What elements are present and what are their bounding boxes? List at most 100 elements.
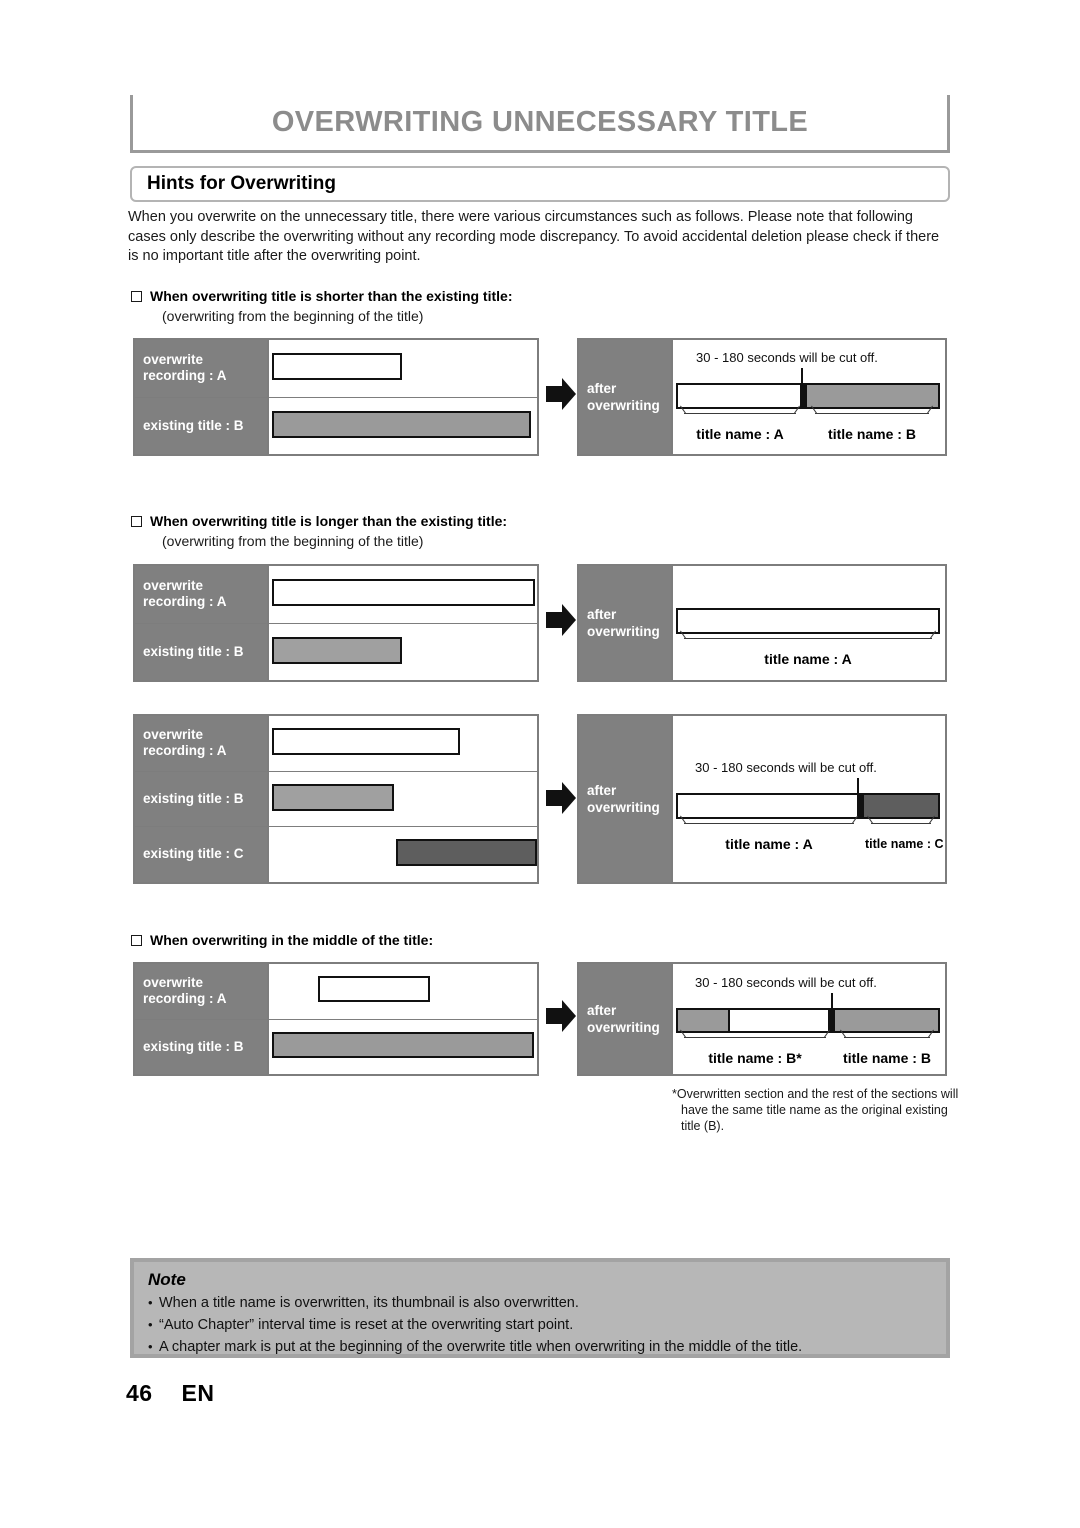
row-label-existing-title-b: existing title : B	[135, 397, 269, 454]
diagram-1-row-overwrite: overwrite recording : A	[135, 340, 537, 397]
title-name-b-label: title name : B	[843, 1050, 931, 1066]
section-1-heading-text: When overwriting title is shorter than t…	[150, 288, 513, 304]
row-label-existing-title-c: existing title : C	[135, 827, 269, 883]
result-seg-a	[678, 795, 857, 817]
row-label-after-overwriting: after overwriting	[579, 716, 673, 882]
result-seg-b	[807, 385, 938, 407]
title-name-b-star-label: title name : B*	[708, 1050, 802, 1066]
checkbox-icon	[131, 291, 142, 302]
cutoff-label: 30 - 180 seconds will be cut off.	[695, 760, 877, 775]
note-item-text: “Auto Chapter” interval time is reset at…	[159, 1317, 574, 1333]
language-code: EN	[181, 1380, 215, 1406]
brace-a	[684, 413, 796, 424]
note-item-text: When a title name is overwritten, its th…	[159, 1295, 579, 1311]
diagram-3-row-overwrite: overwrite recording : A	[135, 716, 537, 771]
diagram-1-after-body: 30 - 180 seconds will be cut off. title …	[673, 340, 945, 454]
bar-overwrite-a	[272, 728, 460, 755]
page-number: 46	[126, 1380, 153, 1406]
row-label-after-overwriting: after overwriting	[579, 566, 673, 680]
bullet-icon: •	[148, 1339, 153, 1354]
footnote-line-1: *Overwritten section and the rest of the…	[672, 1087, 959, 1101]
cutoff-tick	[857, 778, 859, 794]
diagram-3-after-body: 30 - 180 seconds will be cut off. title …	[673, 716, 945, 882]
brace-b	[815, 413, 929, 424]
diagram-4-row-overwrite: overwrite recording : A	[135, 964, 537, 1019]
checkbox-icon	[131, 516, 142, 527]
diagram-3-row-existing-b: existing title : B	[135, 770, 537, 827]
title-name-b-label: title name : B	[828, 426, 916, 442]
arrow-right-icon	[546, 782, 576, 814]
section-1-heading: When overwriting title is shorter than t…	[131, 288, 831, 304]
diagram-4-result-bar	[676, 1008, 940, 1033]
diagram-4-after-body: 30 - 180 seconds will be cut off. title …	[673, 964, 945, 1074]
footnote: *Overwritten section and the rest of the…	[672, 1086, 962, 1134]
bar-existing-b	[272, 410, 531, 438]
diagram-1-before-panel: overwrite recording : A existing title :…	[133, 338, 539, 456]
footnote-line-2: have the same title name as the original…	[681, 1103, 948, 1117]
bullet-icon: •	[148, 1295, 153, 1310]
diagram-1-track-b	[269, 397, 537, 454]
title-name-a-label: title name : A	[696, 426, 784, 442]
row-label-existing-title-b: existing title : B	[135, 771, 269, 827]
diagram-4-after-row: after overwriting 30 - 180 seconds will …	[579, 964, 945, 1074]
diagram-4-after-panel: after overwriting 30 - 180 seconds will …	[577, 962, 947, 1076]
brace-c	[871, 823, 931, 834]
diagram-1-result-bar	[676, 383, 940, 409]
diagram-2-row-overwrite: overwrite recording : A	[135, 566, 537, 623]
section-2-heading: When overwriting title is longer than th…	[131, 513, 831, 529]
diagram-1-after-row: after overwriting 30 - 180 seconds will …	[579, 340, 945, 454]
note-box: Note • When a title name is overwritten,…	[130, 1258, 950, 1358]
arrow-right-icon	[546, 604, 576, 636]
row-label-overwrite-recording-a: overwrite recording : A	[135, 566, 269, 623]
section-2-subnote: (overwriting from the beginning of the t…	[162, 533, 424, 549]
note-title: Note	[148, 1270, 186, 1289]
section-1-subnote: (overwriting from the beginning of the t…	[162, 308, 424, 324]
checkbox-icon	[131, 935, 142, 946]
title-name-a-label: title name : A	[764, 651, 852, 667]
page-title: OVERWRITING UNNECESSARY TITLE	[271, 106, 809, 138]
row-label-existing-title-b: existing title : B	[135, 1019, 269, 1074]
brace-a	[684, 638, 932, 649]
brace-a	[684, 823, 854, 834]
diagram-2-row-existing-b: existing title : B	[135, 622, 537, 680]
row-label-overwrite-recording-a: overwrite recording : A	[135, 716, 269, 771]
page-footer: 46 EN	[126, 1380, 214, 1407]
section-3-heading: When overwriting in the middle of the ti…	[131, 932, 831, 948]
section-title: Hints for Overwriting	[147, 173, 336, 194]
brace-b	[844, 1037, 930, 1048]
row-label-existing-title-b: existing title : B	[135, 623, 269, 680]
row-label-after-overwriting: after overwriting	[579, 964, 673, 1074]
diagram-4-track-b	[269, 1019, 537, 1074]
arrow-right-icon	[546, 378, 576, 410]
diagram-2-track-b	[269, 623, 537, 680]
result-seg-c	[864, 795, 938, 817]
bar-overwrite-a	[272, 579, 535, 606]
note-item: • “Auto Chapter” interval time is reset …	[148, 1314, 932, 1336]
section-3-heading-text: When overwriting in the middle of the ti…	[150, 932, 434, 948]
diagram-2-after-panel: after overwriting title name : A	[577, 564, 947, 682]
note-item-text: A chapter mark is put at the beginning o…	[159, 1339, 803, 1355]
diagram-4-before-panel: overwrite recording : A existing title :…	[133, 962, 539, 1076]
title-name-a-label: title name : A	[725, 836, 813, 852]
diagram-3-track-a	[269, 716, 537, 771]
result-seg-overwritten	[728, 1010, 828, 1031]
row-label-overwrite-recording-a: overwrite recording : A	[135, 964, 269, 1019]
chapter-title-box: OVERWRITING UNNECESSARY TITLE	[130, 95, 950, 153]
result-seg-divider	[857, 795, 864, 817]
result-seg-divider	[828, 1010, 835, 1031]
bar-existing-c	[396, 839, 537, 867]
result-seg-a	[678, 610, 938, 632]
diagram-3-result-bar	[676, 793, 940, 819]
manual-page: OVERWRITING UNNECESSARY TITLE Hints for …	[0, 0, 1080, 1528]
bar-existing-b	[272, 783, 394, 811]
diagram-3-row-existing-c: existing title : C	[135, 826, 537, 883]
row-label-after-overwriting: after overwriting	[579, 340, 673, 454]
title-name-c-label: title name : C	[865, 837, 944, 851]
cutoff-label: 30 - 180 seconds will be cut off.	[695, 975, 877, 990]
cutoff-tick	[831, 993, 833, 1009]
bar-existing-b	[272, 1031, 534, 1058]
row-label-overwrite-recording-a: overwrite recording : A	[135, 340, 269, 397]
brace-b-star	[684, 1037, 826, 1048]
diagram-2-after-body: title name : A	[673, 566, 945, 680]
intro-paragraph: When you overwrite on the unnecessary ti…	[128, 209, 940, 264]
